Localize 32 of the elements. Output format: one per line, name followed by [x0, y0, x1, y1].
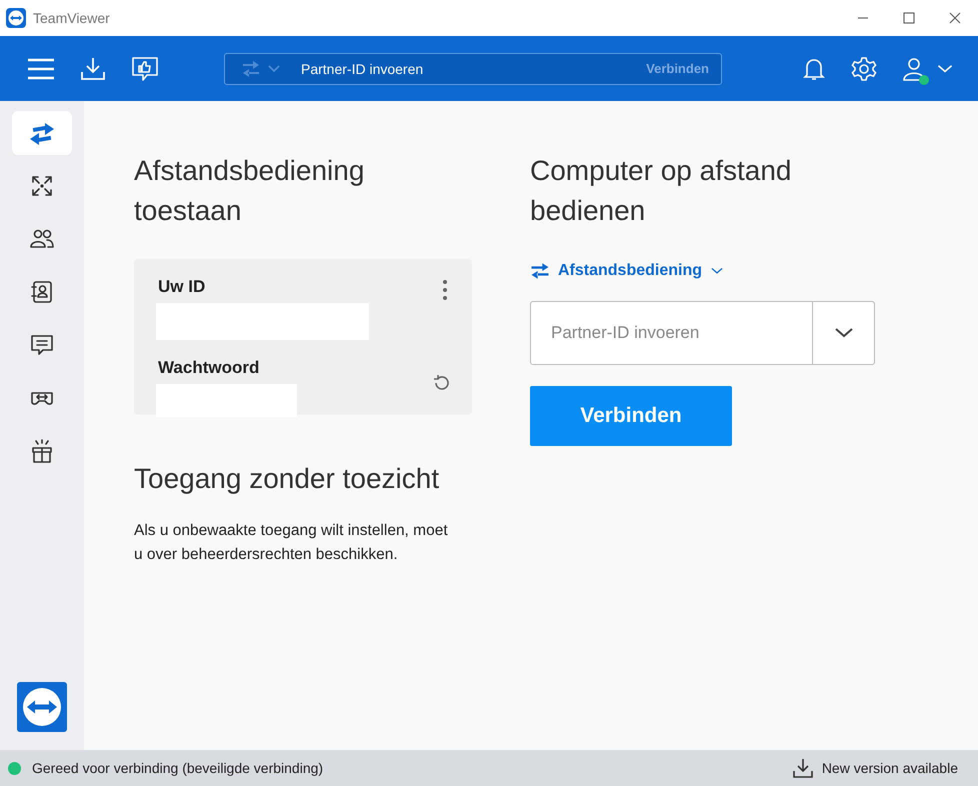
app-logo-icon — [6, 8, 26, 28]
more-icon[interactable] — [442, 279, 448, 301]
status-dot — [8, 762, 21, 774]
update-link[interactable]: New version available — [822, 760, 958, 776]
chevron-down-icon — [710, 266, 724, 276]
section-title: Computer op afstand bedienen — [530, 154, 792, 228]
settings-icon[interactable] — [850, 54, 878, 82]
mode-dropdown[interactable]: Afstandsbediening — [530, 261, 875, 281]
sidebar-item[interactable] — [12, 111, 72, 155]
online-status-dot — [919, 74, 929, 84]
refresh-icon[interactable] — [432, 373, 452, 393]
section-title: Afstandsbediening toestaan — [134, 154, 366, 228]
partner-id-search[interactable]: Partner-ID invoeren Verbinden — [224, 52, 722, 84]
chat-icon — [29, 332, 55, 358]
arrows-icon — [530, 261, 550, 281]
partner-id-input[interactable]: Partner-ID invoeren — [531, 302, 812, 364]
connect-link[interactable]: Verbinden — [646, 61, 709, 76]
chevron-down-icon[interactable] — [832, 326, 854, 340]
connect-button[interactable]: Verbinden — [530, 386, 732, 446]
contact-book-icon — [29, 279, 55, 305]
window-title: TeamViewer — [33, 10, 110, 26]
password-label: Wachtwoord — [158, 358, 260, 378]
expand-icon — [29, 173, 55, 199]
section-title: Toegang zonder toezicht — [134, 462, 440, 496]
id-label: Uw ID — [158, 277, 206, 297]
unattended-description: Als u onbewaakte toegang wilt instellen, moet u over beheerdersrechten beschikken. — [134, 521, 449, 565]
arrows-icon — [29, 120, 55, 146]
partner-id-combobox[interactable]: Partner-ID invoeren — [530, 301, 875, 365]
app-logo-icon[interactable] — [17, 682, 67, 732]
gift-icon — [29, 438, 55, 464]
status-text: Gereed voor verbinding (beveiligde verbinding) — [32, 760, 324, 776]
download-icon[interactable] — [792, 757, 814, 779]
